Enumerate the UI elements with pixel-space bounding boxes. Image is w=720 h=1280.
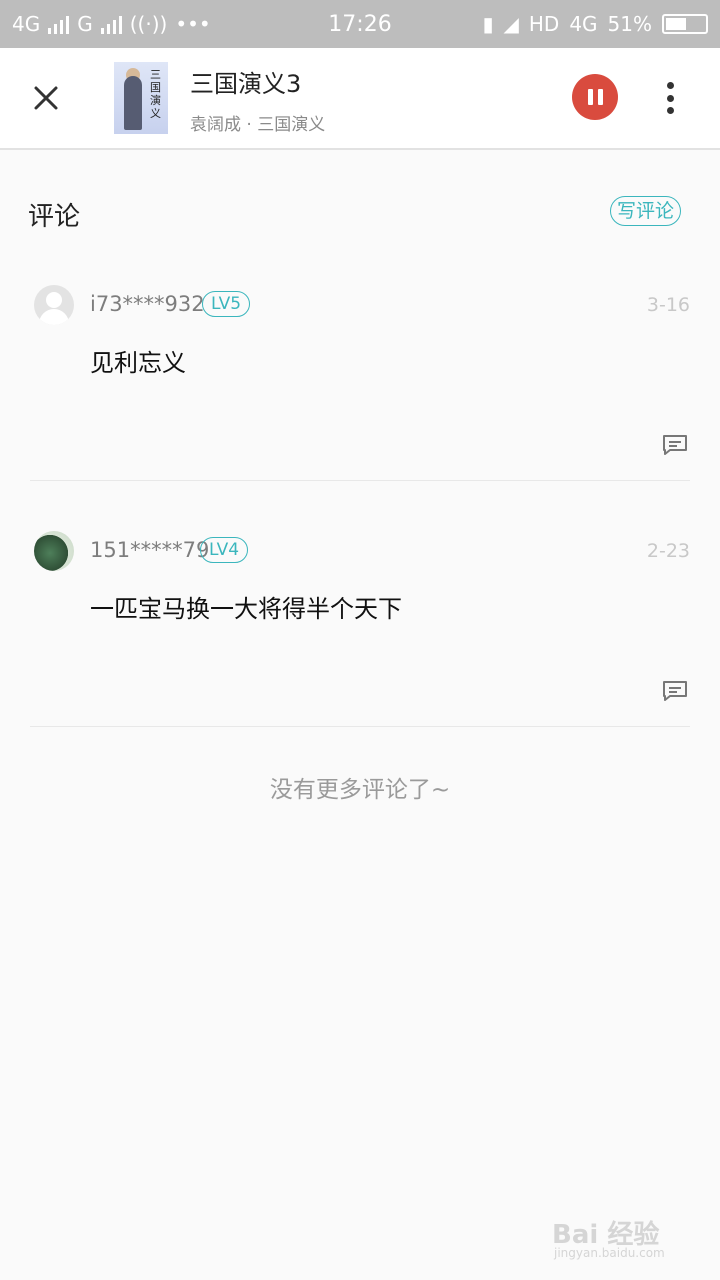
- avatar[interactable]: [34, 531, 74, 571]
- status-bar: 4G G ((·)) ••• 17:26 ▮ ◢ HD 4G 51%: [0, 0, 720, 48]
- comment-date: 2-23: [646, 540, 690, 562]
- divider: [30, 480, 690, 481]
- battery-icon: [662, 14, 708, 34]
- comment-text: 见利忘义: [90, 349, 186, 377]
- level-badge: LV4: [200, 537, 249, 563]
- avatar[interactable]: [34, 285, 74, 325]
- album-cover[interactable]: 三国演义: [114, 62, 168, 134]
- watermark-url: jingyan.baidu.com: [554, 1246, 665, 1260]
- pause-button[interactable]: [572, 74, 618, 120]
- reply-icon[interactable]: [662, 434, 688, 456]
- network-label-3: 4G: [569, 12, 598, 36]
- battery-percent: 51%: [607, 12, 652, 36]
- pause-icon-bar: [597, 89, 603, 105]
- battery-saver-icon: ▮: [482, 12, 494, 36]
- wifi-off-icon: ◢: [503, 12, 519, 36]
- player-header: 三国演义 三国演义3 袁阔成 · 三国演义: [0, 48, 720, 150]
- level-badge: LV5: [202, 291, 251, 317]
- pause-icon-bar: [587, 89, 593, 105]
- comment-username[interactable]: i73****932: [90, 292, 205, 316]
- comment-text: 一匹宝马换一大将得半个天下: [90, 595, 402, 623]
- reply-icon[interactable]: [662, 680, 688, 702]
- comment-username[interactable]: 151*****79: [90, 538, 209, 562]
- divider: [30, 726, 690, 727]
- status-right: ▮ ◢ HD 4G 51%: [482, 0, 708, 48]
- track-subtitle: 袁阔成 · 三国演义: [190, 115, 326, 135]
- close-icon[interactable]: [30, 82, 62, 114]
- write-comment-button[interactable]: 写评论: [610, 196, 682, 226]
- cover-figure: [124, 76, 142, 130]
- comment-date: 3-16: [646, 294, 690, 316]
- more-options-icon[interactable]: [662, 82, 678, 114]
- cover-text: 三国演义: [150, 68, 161, 120]
- track-title: 三国演义3: [190, 70, 302, 98]
- section-title: 评论: [28, 202, 81, 232]
- no-more-comments: 没有更多评论了~: [269, 777, 451, 803]
- hd-label: HD: [528, 12, 560, 36]
